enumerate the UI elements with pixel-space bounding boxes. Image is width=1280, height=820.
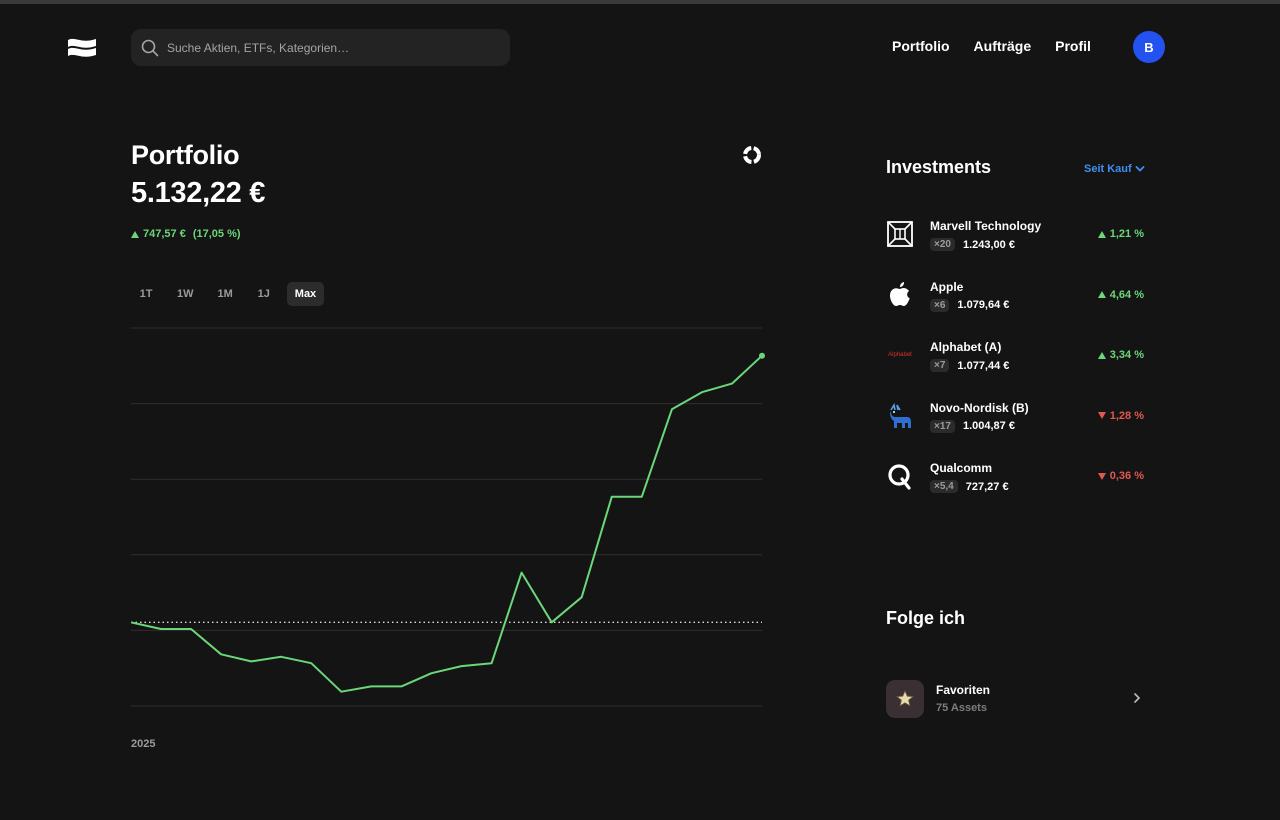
allocation-donut-icon[interactable] <box>742 145 762 165</box>
investment-performance: 0,36 % <box>1097 470 1144 482</box>
user-avatar[interactable]: B <box>1133 31 1165 63</box>
investment-amount: 727,27 € <box>965 480 1009 493</box>
perf-value: 3,34 % <box>1109 349 1144 361</box>
chevron-down-icon <box>1135 166 1145 172</box>
investment-amount: 1.004,87 € <box>962 420 1015 432</box>
investment-amount: 1.077,44 € <box>957 359 1010 372</box>
perf-value: 1,28 % <box>1109 409 1144 422</box>
following-title: Folge ich <box>886 608 966 628</box>
following-name: Favoriten <box>936 683 991 697</box>
investment-name: Qualcomm <box>930 461 993 475</box>
investments-filter-dropdown[interactable]: Seit Kauf <box>1084 163 1145 175</box>
perf-value: 0,36 % <box>1109 470 1144 482</box>
perf-value: 1,21 % <box>1109 228 1144 240</box>
arrow-up-icon <box>1097 230 1106 238</box>
investment-performance: 3,34 % <box>1097 349 1144 361</box>
window-top-border <box>0 0 1280 4</box>
investment-amount: 1.243,00 € <box>962 238 1015 251</box>
arrow-up-icon <box>1097 351 1106 359</box>
portfolio-change: 747,57 € (17,05 %) <box>131 228 241 240</box>
filter-label: Seit Kauf <box>1084 163 1132 175</box>
following-item-favoriten[interactable]: Favoriten 75 Assets <box>886 680 1144 718</box>
search-bar[interactable] <box>131 29 510 66</box>
chevron-right-icon <box>1134 693 1141 703</box>
change-percent: (17,05 %) <box>192 228 241 240</box>
page-title: Portfolio <box>131 140 240 170</box>
investment-name: Apple <box>930 279 964 294</box>
portfolio-value: 5.132,22 € <box>131 177 266 209</box>
arrow-down-icon <box>1097 472 1106 480</box>
range-1w[interactable]: 1W <box>169 282 202 306</box>
investment-meta: ×20 1.243,00 € <box>930 238 1015 251</box>
chart-endpoint <box>759 352 765 359</box>
investment-amount: 1.079,64 € <box>957 299 1010 311</box>
arrow-up-icon <box>1097 291 1106 298</box>
investment-performance: 1,28 % <box>1097 409 1144 422</box>
investment-row-marvell[interactable]: Marvell Technology ×20 1.243,00 € 1,21 % <box>886 214 1144 275</box>
star-icon <box>886 680 924 718</box>
investment-qty: ×5,4 <box>930 480 958 493</box>
investment-qty: ×17 <box>930 419 955 433</box>
novo-nordisk-logo-icon <box>886 401 914 431</box>
nav-orders[interactable]: Aufträge <box>974 38 1032 54</box>
time-range-selector: 1T 1W 1M 1J Max <box>131 282 325 306</box>
investment-row-novo-nordisk[interactable]: Novo-Nordisk (B) ×17 1.004,87 € 1,28 % <box>886 396 1144 457</box>
x-axis-tick-label: 2025 <box>131 738 156 750</box>
alphabet-wordmark: Alphabet <box>888 352 912 358</box>
marvell-logo-icon <box>886 219 914 249</box>
investment-row-alphabet[interactable]: Alphabet Alphabet (A) ×7 1.077,44 € 3,34… <box>886 335 1144 396</box>
investment-row-apple[interactable]: Apple ×6 1.079,64 € 4,64 % <box>886 275 1144 336</box>
search-input[interactable] <box>167 40 487 55</box>
investment-qty: ×20 <box>930 238 955 251</box>
arrow-up-icon <box>131 230 139 238</box>
range-1j[interactable]: 1J <box>249 282 279 306</box>
nav-portfolio[interactable]: Portfolio <box>892 38 950 54</box>
investment-qty: ×7 <box>930 359 950 372</box>
arrow-down-icon <box>1097 412 1106 419</box>
perf-value: 4,64 % <box>1109 288 1144 301</box>
range-1m[interactable]: 1M <box>210 282 241 306</box>
investment-name: Novo-Nordisk (B) <box>930 400 1029 415</box>
apple-logo-icon <box>886 280 914 310</box>
range-1t[interactable]: 1T <box>131 282 161 306</box>
brand-logo-icon[interactable] <box>67 36 97 60</box>
qualcomm-logo-icon <box>886 461 914 491</box>
portfolio-line-chart[interactable] <box>131 320 771 720</box>
investment-performance: 1,21 % <box>1097 228 1144 240</box>
change-amount: 747,57 € <box>143 228 186 240</box>
range-max[interactable]: Max <box>286 282 325 306</box>
following-subtitle: 75 Assets <box>936 702 987 714</box>
alphabet-logo-icon: Alphabet <box>886 340 914 370</box>
nav-profile[interactable]: Profil <box>1055 38 1091 54</box>
investments-title: Investments <box>886 157 992 177</box>
search-icon <box>141 39 159 56</box>
investment-meta: ×6 1.079,64 € <box>930 298 1010 312</box>
main-nav: Portfolio Aufträge Profil <box>892 38 1091 54</box>
investment-performance: 4,64 % <box>1097 288 1144 301</box>
investment-qty: ×6 <box>930 298 950 312</box>
investment-row-qualcomm[interactable]: Qualcomm ×5,4 727,27 € 0,36 % <box>886 456 1144 517</box>
investment-meta: ×17 1.004,87 € <box>930 419 1015 433</box>
investment-name: Marvell Technology <box>930 219 1042 233</box>
investment-meta: ×7 1.077,44 € <box>930 359 1009 372</box>
investments-list: Marvell Technology ×20 1.243,00 € 1,21 %… <box>886 214 1144 517</box>
chart-series-line <box>131 354 763 693</box>
investment-meta: ×5,4 727,27 € <box>930 480 1009 493</box>
investment-name: Alphabet (A) <box>930 340 1002 354</box>
